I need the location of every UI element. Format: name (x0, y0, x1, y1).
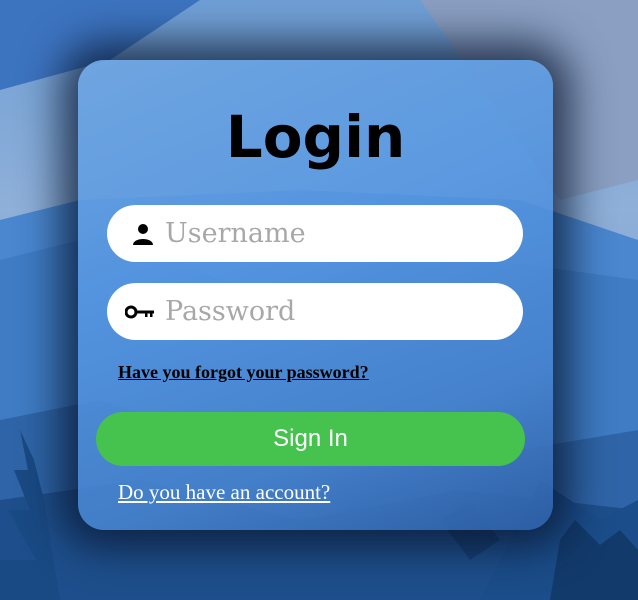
forgot-password-link[interactable]: Have you forgot your password? (118, 362, 369, 383)
sign-in-button[interactable]: Sign In (96, 412, 525, 466)
password-field[interactable] (107, 283, 523, 340)
user-icon (107, 222, 157, 246)
login-title: Login (225, 103, 406, 171)
password-input[interactable] (165, 296, 505, 327)
create-account-link[interactable]: Do you have an account? (118, 480, 330, 505)
key-icon (107, 304, 157, 320)
login-card: Login Have you forgot your password? Sig… (78, 60, 553, 530)
username-input[interactable] (165, 218, 505, 249)
username-field[interactable] (107, 205, 523, 262)
